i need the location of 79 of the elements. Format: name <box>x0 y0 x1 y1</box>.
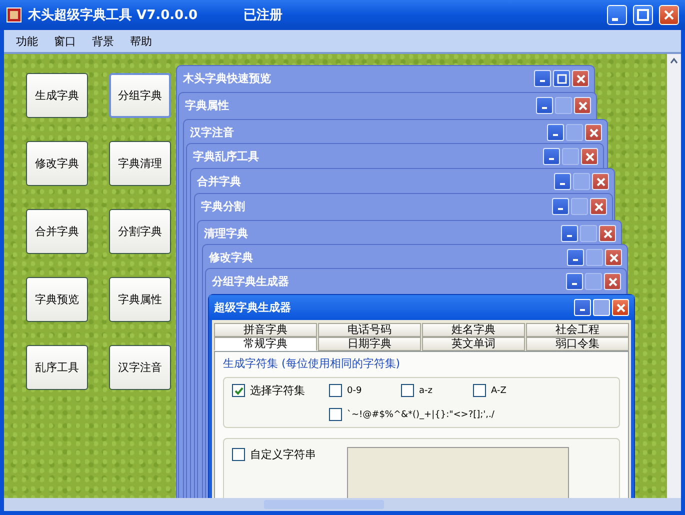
minimize-button[interactable] <box>543 148 560 165</box>
close-button[interactable] <box>599 225 616 242</box>
function-button[interactable]: 分割字典 <box>109 209 171 254</box>
child-window-title: 字典分割 <box>201 199 245 214</box>
tab[interactable]: 英文单词 <box>422 337 525 351</box>
minimize-button[interactable] <box>567 249 584 266</box>
horizontal-scrollbar[interactable] <box>4 498 681 511</box>
checkbox-option[interactable]: 自定义字符串 <box>232 447 329 462</box>
menu-item[interactable]: 窗口 <box>54 34 76 48</box>
close-icon <box>588 128 598 138</box>
minimize-button[interactable] <box>547 124 564 141</box>
close-icon <box>576 74 586 84</box>
child-window-title: 木头字典快速预览 <box>183 71 271 86</box>
child-window-title: 分组字典生成器 <box>212 274 289 289</box>
tab[interactable]: 拼音字典 <box>214 323 317 337</box>
close-icon <box>596 176 606 186</box>
minimize-icon <box>612 18 618 20</box>
close-button[interactable] <box>581 148 598 165</box>
close-button[interactable] <box>590 198 607 215</box>
function-button[interactable]: 字典预览 <box>26 277 88 322</box>
checkbox-option[interactable]: 选择字符集 <box>232 383 329 398</box>
caret-icon <box>669 56 679 66</box>
minimize-button[interactable] <box>552 198 569 215</box>
close-icon <box>584 152 594 162</box>
function-button[interactable]: 合并字典 <box>26 209 88 254</box>
minimize-button[interactable] <box>536 97 553 114</box>
window-title: 木头超级字典工具 V7.0.0.0 <box>28 6 198 24</box>
group-title: 生成字符集 (每位使用相同的字符集) <box>223 356 402 371</box>
menu-item[interactable]: 背景 <box>92 34 114 48</box>
minimize-button[interactable] <box>534 70 551 87</box>
minimize-button[interactable] <box>566 273 583 290</box>
check-icon <box>234 386 244 396</box>
maximize-button[interactable] <box>553 70 570 87</box>
close-button[interactable] <box>574 97 591 114</box>
close-icon <box>602 228 612 238</box>
tab[interactable]: 社会工程 <box>526 323 629 337</box>
function-button[interactable]: 分组字典 <box>109 73 171 118</box>
close-icon <box>663 9 675 21</box>
checkbox-option[interactable]: A-Z <box>473 384 545 397</box>
registration-status: 已注册 <box>244 6 283 24</box>
close-icon <box>594 202 604 212</box>
close-icon <box>608 252 618 262</box>
child-window-title: 字典属性 <box>185 98 229 113</box>
close-button[interactable] <box>605 249 622 266</box>
tab[interactable]: 电话号码 <box>318 323 421 337</box>
tab[interactable]: 常规字典 <box>214 337 317 351</box>
minimize-button[interactable] <box>561 225 578 242</box>
checkbox-option[interactable]: `~!@#$%^&*()_+|{}:"<>?[];',./ <box>329 408 611 421</box>
close-button[interactable] <box>592 173 609 190</box>
tab[interactable]: 弱口令集 <box>526 337 629 351</box>
maximize-icon <box>556 74 566 84</box>
function-button[interactable]: 修改字典 <box>26 141 88 186</box>
close-button[interactable] <box>585 124 602 141</box>
vertical-scrollbar[interactable] <box>667 54 681 498</box>
child-window-title: 字典乱序工具 <box>193 149 259 164</box>
child-window-title: 汉字注音 <box>190 125 234 140</box>
tab[interactable]: 日期字典 <box>318 337 421 351</box>
menu-item[interactable]: 帮助 <box>130 34 152 48</box>
checkbox-option[interactable]: 0-9 <box>329 384 401 397</box>
close-icon <box>578 100 588 110</box>
menu-item[interactable]: 功能 <box>16 34 38 48</box>
function-button[interactable]: 字典清理 <box>109 141 171 186</box>
function-button[interactable]: 汉字注音 <box>109 345 171 390</box>
function-button[interactable]: 生成字典 <box>26 73 88 118</box>
function-button[interactable]: 字典属性 <box>109 277 171 322</box>
close-button[interactable] <box>572 70 589 87</box>
minimize-button[interactable] <box>554 173 571 190</box>
close-icon <box>616 302 626 312</box>
close-button[interactable] <box>604 273 621 290</box>
close-icon <box>608 276 618 286</box>
function-button[interactable]: 乱序工具 <box>26 345 88 390</box>
child-window-title: 合并字典 <box>197 174 241 189</box>
child-window-title: 清理字典 <box>204 226 248 241</box>
checkbox-option[interactable]: a-z <box>401 384 473 397</box>
maximize-icon <box>637 9 649 21</box>
book-icon <box>6 7 22 23</box>
child-window-title: 修改字典 <box>209 250 253 265</box>
tab[interactable]: 姓名字典 <box>422 323 525 337</box>
child-window-title: 超级字典生成器 <box>214 300 291 315</box>
